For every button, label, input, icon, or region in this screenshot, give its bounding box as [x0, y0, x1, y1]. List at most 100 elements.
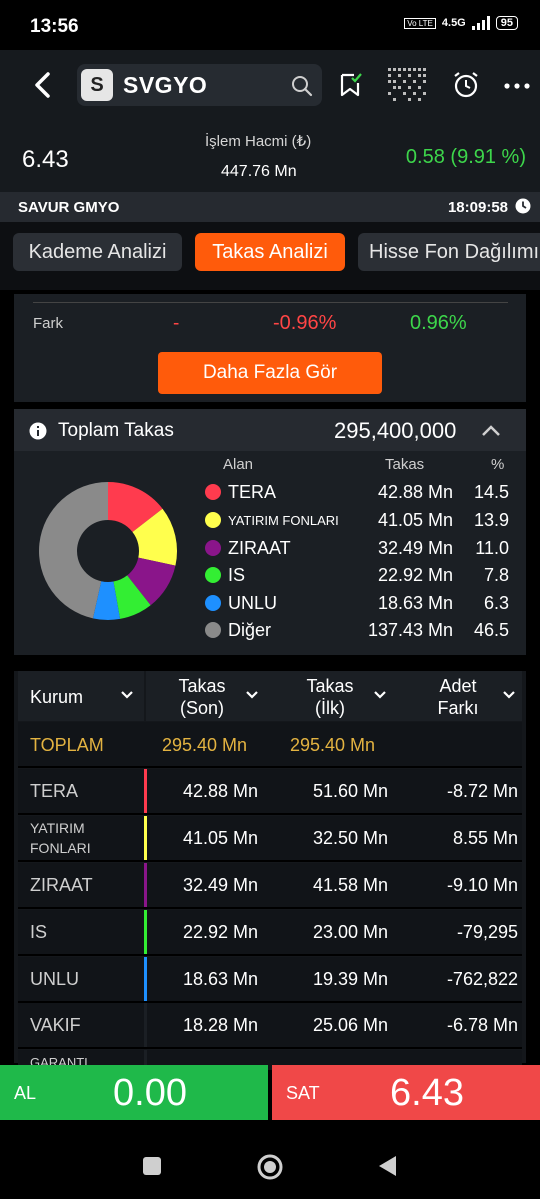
chevron-down-icon[interactable] — [120, 690, 134, 700]
legend-name: UNLU — [228, 593, 278, 613]
show-more-button[interactable]: Daha Fazla Gör — [158, 352, 382, 394]
row-fark: -79,295 — [456, 922, 518, 942]
col-header-takas-son-line2: (Son) — [179, 698, 224, 718]
total-takas-label: Toplam Takas — [58, 420, 174, 441]
legend-swatch — [205, 595, 221, 611]
legend-swatch — [205, 567, 221, 583]
table-row[interactable]: VAKIF 18.28 Mn 25.06 Mn -6.78 Mn — [18, 1003, 522, 1049]
table-row[interactable]: UNLU 18.63 Mn 19.39 Mn -762,822 — [18, 957, 522, 1003]
total-row-son: 295.40 Mn — [162, 735, 248, 755]
fark-label: Fark — [33, 315, 63, 332]
legend-value: 41.05 Mn — [377, 510, 453, 530]
volume-label: İşlem Hacmi (₺) — [205, 133, 312, 150]
legend-pct: 13.9 — [473, 510, 509, 530]
row-ilk: 51.60 Mn — [312, 781, 388, 801]
battery-icon: 95 — [495, 16, 518, 30]
col-header-takas-son[interactable]: Takas (Son) — [165, 675, 239, 719]
legend-value: 137.43 Mn — [367, 620, 453, 640]
legend-name: ZIRAAT — [228, 538, 291, 558]
row-name: UNLU — [30, 969, 80, 989]
more-options-icon[interactable] — [504, 82, 530, 90]
table-row[interactable]: IS 22.92 Mn 23.00 Mn -79,295 — [18, 910, 522, 956]
last-price: 6.43 — [22, 146, 69, 173]
fark-col2: -0.96% — [273, 312, 337, 334]
chevron-up-icon[interactable] — [481, 423, 501, 437]
depth-grid-icon[interactable] — [388, 68, 430, 102]
row-fark: -762,822 — [446, 969, 518, 989]
legend-pct: 7.8 — [483, 565, 509, 585]
fark-col3: 0.96% — [410, 312, 467, 334]
symbol-name[interactable]: SVGYO — [123, 72, 207, 99]
legend-pct: 46.5 — [473, 620, 509, 640]
clock-icon — [515, 198, 531, 214]
legend-pct: 14.5 — [473, 482, 509, 502]
legend-header-name: Alan — [223, 456, 254, 473]
home-icon[interactable] — [256, 1153, 284, 1181]
col-header-adet-farki[interactable]: Adet Farkı — [425, 675, 491, 719]
row-son: 22.92 Mn — [182, 922, 258, 942]
legend-name: Diğer — [228, 620, 272, 640]
tab-hisse-fon-dagilimi[interactable]: Hisse Fon Dağılımı — [358, 233, 540, 271]
legend-name: YATIRIM FONLARI — [228, 513, 339, 528]
legend-swatch — [205, 622, 221, 638]
bookmark-check-icon[interactable] — [339, 72, 363, 98]
row-fark: 8.55 Mn — [452, 828, 518, 848]
chevron-down-icon[interactable] — [502, 690, 516, 700]
col-header-adet-farki-line1: Adet — [439, 676, 477, 696]
col-header-takas-ilk-line1: Takas — [306, 676, 354, 696]
legend-name: IS — [228, 565, 246, 585]
sell-button[interactable]: SAT 6.43 — [272, 1065, 540, 1120]
fark-col1: - — [173, 313, 180, 334]
status-icons: Vo LTE 4.5G 95 — [404, 16, 518, 30]
row-son: 18.63 Mn — [182, 969, 258, 989]
row-color-marker — [144, 863, 147, 907]
col-header-takas-ilk[interactable]: Takas (İlk) — [295, 675, 365, 719]
tab-takas-analizi[interactable]: Takas Analizi — [195, 233, 345, 271]
row-name: ZIRAAT — [30, 875, 93, 895]
legend-header-value: Takas — [385, 456, 425, 473]
row-fark: -9.10 Mn — [446, 875, 518, 895]
chevron-down-icon[interactable] — [373, 690, 387, 700]
recent-apps-icon[interactable] — [143, 1157, 161, 1175]
row-son: 42.88 Mn — [182, 781, 258, 801]
status-time: 13:56 — [30, 16, 79, 37]
row-ilk: 41.58 Mn — [312, 875, 388, 895]
row-son: 32.49 Mn — [182, 875, 258, 895]
row-son: 41.05 Mn — [182, 828, 258, 848]
row-name: IS — [30, 922, 48, 942]
row-color-marker — [144, 910, 147, 954]
buy-label: AL — [14, 1083, 37, 1103]
back-arrow-icon[interactable] — [30, 70, 56, 100]
col-header-kurum[interactable]: Kurum — [30, 686, 83, 708]
status-bar: 13:56 Vo LTE 4.5G 95 — [0, 0, 540, 50]
chevron-down-icon[interactable] — [245, 690, 259, 700]
signal-icon — [471, 16, 490, 30]
back-icon[interactable] — [376, 1154, 398, 1178]
table-total-row: TOPLAM 295.40 Mn 295.40 Mn — [18, 722, 522, 768]
legend-swatch — [205, 512, 221, 528]
total-row-ilk: 295.40 Mn — [290, 735, 376, 755]
row-color-marker — [144, 1003, 147, 1047]
sell-label: SAT — [286, 1083, 320, 1103]
row-son: 18.28 Mn — [182, 1015, 258, 1035]
table-row[interactable]: ZIRAAT 32.49 Mn 41.58 Mn -9.10 Mn — [18, 863, 522, 909]
search-icon[interactable] — [291, 75, 313, 97]
table-row[interactable]: YATIRIM FONLARI 41.05 Mn 32.50 Mn 8.55 Mn — [18, 816, 522, 862]
row-color-marker — [144, 957, 147, 1001]
table-row[interactable]: TERA 42.88 Mn 51.60 Mn -8.72 Mn — [18, 769, 522, 815]
col-header-adet-farki-line2: Farkı — [437, 698, 479, 718]
row-fark: -6.78 Mn — [446, 1015, 518, 1035]
sell-value: 6.43 — [390, 1072, 464, 1114]
col-header-takas-son-line1: Takas — [178, 676, 226, 696]
buy-button[interactable]: AL 0.00 — [0, 1065, 268, 1120]
row-color-marker — [144, 769, 147, 813]
col-header-takas-ilk-line2: (İlk) — [315, 698, 345, 718]
takas-donut-chart — [38, 482, 177, 620]
alarm-clock-icon[interactable] — [452, 71, 480, 99]
row-color-marker — [144, 816, 147, 860]
legend-name: TERA — [228, 482, 277, 502]
row-fark: -8.72 Mn — [446, 781, 518, 801]
legend-swatch — [205, 484, 221, 500]
info-icon[interactable] — [29, 422, 47, 440]
tab-kademe-analizi[interactable]: Kademe Analizi — [13, 233, 182, 271]
